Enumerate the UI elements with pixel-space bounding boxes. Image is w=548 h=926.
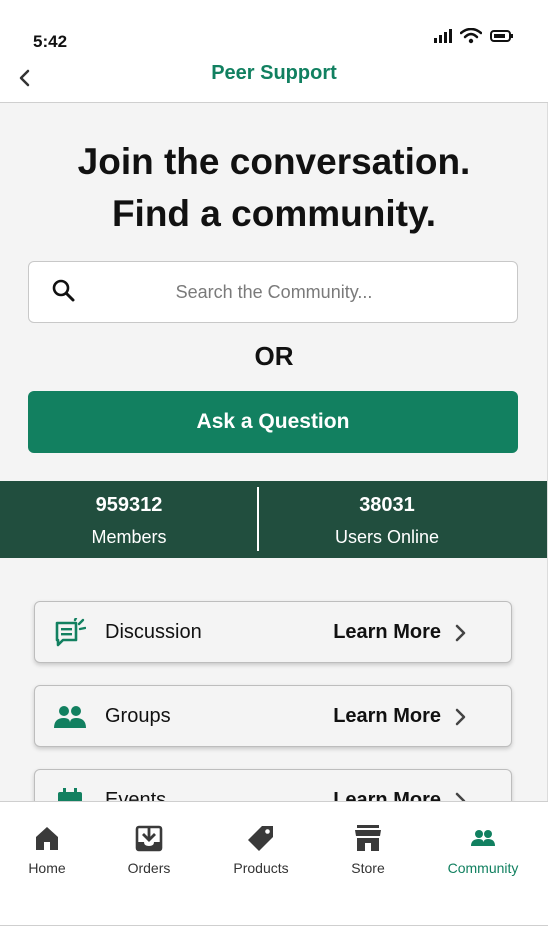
discussion-icon	[53, 618, 87, 648]
members-label: Members	[91, 527, 167, 547]
community-stats: 959312 Members 38031 Users Online	[0, 481, 547, 558]
or-divider-label: OR	[254, 341, 294, 371]
discussion-card[interactable]: Discussion Learn More	[34, 601, 512, 663]
tab-label: Community	[447, 860, 519, 876]
search-box[interactable]	[28, 261, 518, 323]
hero-line-1: Join the conversation.	[77, 141, 471, 182]
online-label: Users Online	[334, 527, 440, 547]
nav-bar: Peer Support	[0, 58, 548, 103]
search-input[interactable]	[109, 262, 509, 322]
tag-icon	[206, 822, 316, 854]
events-card[interactable]: Events Learn More	[34, 769, 512, 801]
members-stat: 959312 Members	[0, 481, 258, 558]
orders-icon	[94, 822, 204, 854]
calendar-icon	[53, 786, 87, 801]
card-title: Groups	[105, 705, 171, 727]
tab-home[interactable]: Home	[0, 822, 102, 876]
card-title: Events	[105, 789, 167, 801]
main-content: Join the conversation. Find a community.…	[0, 103, 548, 801]
hero-line-2: Find a community.	[111, 193, 437, 234]
community-icon	[428, 822, 538, 854]
groups-icon	[53, 702, 87, 732]
search-icon	[52, 279, 75, 302]
wifi-icon	[460, 28, 482, 44]
tab-label: Store	[351, 860, 385, 876]
store-icon	[313, 822, 423, 854]
page-title: Peer Support	[211, 62, 337, 84]
tab-label: Home	[28, 860, 66, 876]
signal-icon	[434, 29, 452, 43]
tab-products[interactable]: Products	[206, 822, 316, 876]
status-icons	[434, 28, 514, 44]
online-count: 38031	[359, 494, 415, 516]
stats-divider	[257, 487, 259, 551]
tab-store[interactable]: Store	[313, 822, 423, 876]
bottom-tab-bar: Home Orders Products Store Community	[0, 801, 548, 926]
online-stat: 38031 Users Online	[258, 481, 516, 558]
learn-more-link[interactable]: Learn More	[333, 621, 441, 644]
battery-icon	[490, 30, 513, 42]
chevron-right-icon	[455, 792, 466, 801]
status-time: 5:42	[33, 32, 68, 51]
tab-label: Products	[233, 860, 289, 876]
chevron-right-icon	[455, 708, 466, 726]
groups-card[interactable]: Groups Learn More	[34, 685, 512, 747]
tab-community[interactable]: Community	[428, 822, 538, 876]
card-title: Discussion	[105, 621, 202, 643]
members-count: 959312	[95, 494, 163, 516]
home-icon	[0, 822, 102, 854]
tab-orders[interactable]: Orders	[94, 822, 204, 876]
ask-question-button[interactable]: Ask a Question	[28, 391, 518, 453]
tab-label: Orders	[127, 860, 171, 876]
chevron-right-icon	[455, 624, 466, 642]
learn-more-link[interactable]: Learn More	[333, 705, 441, 728]
status-bar: 5:42	[0, 0, 548, 58]
hero-headline: Join the conversation. Find a community.	[0, 136, 547, 240]
learn-more-link[interactable]: Learn More	[333, 789, 441, 801]
